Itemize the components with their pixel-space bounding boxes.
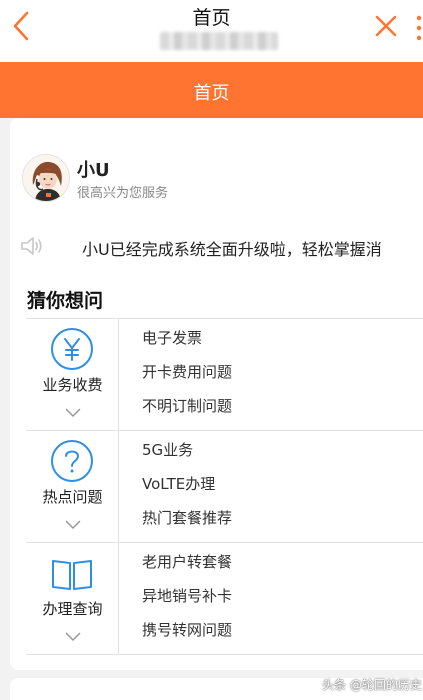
question-link[interactable]: 热门套餐推荐	[142, 507, 232, 528]
question-link[interactable]: VoLTE办理	[142, 473, 215, 494]
category-business-fees[interactable]: 业务收费	[26, 319, 119, 430]
faq-table: 业务收费 电子发票 开卡费用问题 不明订制问题 热点问题 5G业务 VoLTE办…	[26, 318, 423, 655]
category-service-inquiry[interactable]: 办理查询	[26, 543, 119, 654]
notice-bar[interactable]: 小U已经完成系统全面升级啦，轻松掌握消	[10, 226, 423, 266]
blurred-url	[160, 32, 278, 50]
category-label: 热点问题	[42, 488, 103, 506]
question-link[interactable]: 携号转网问题	[142, 619, 232, 640]
header-title: 首页	[193, 83, 230, 104]
faq-row-hot-topics: 热点问题 5G业务 VoLTE办理 热门套餐推荐	[26, 431, 423, 543]
faq-title: 猜你想问	[27, 290, 104, 312]
watermark: 头条 @轮回的历史	[322, 678, 422, 692]
page-title: 首页	[192, 7, 231, 29]
faq-row-service-inquiry: 办理查询 老用户转套餐 异地销号补卡 携号转网问题	[26, 543, 423, 655]
category-label: 办理查询	[42, 600, 103, 618]
question-link[interactable]: 开卡费用问题	[142, 361, 232, 382]
chevron-down-icon[interactable]	[64, 407, 82, 419]
category-hot-topics[interactable]: 热点问题	[26, 431, 119, 542]
question-link[interactable]: 老用户转套餐	[142, 551, 232, 572]
orange-header: 首页	[0, 62, 423, 118]
close-icon[interactable]	[372, 12, 400, 40]
browser-top-bar: 首页	[0, 0, 423, 62]
question-link[interactable]: 异地销号补卡	[142, 585, 232, 606]
question-link[interactable]: 5G业务	[142, 439, 193, 460]
book-icon	[52, 560, 92, 590]
yen-icon	[51, 328, 93, 370]
question-link[interactable]: 电子发票	[142, 327, 202, 348]
main-card: 小U 很高兴为您服务 小U已经完成系统全面升级啦，轻松掌握消 猜你想问 业务收费	[10, 118, 423, 670]
speaker-icon	[21, 237, 42, 255]
question-icon	[51, 440, 93, 482]
assistant-subtitle: 很高兴为您服务	[77, 186, 169, 201]
category-label: 业务收费	[42, 376, 103, 394]
notice-text: 小U已经完成系统全面升级啦，轻松掌握消	[82, 240, 382, 259]
chevron-down-icon[interactable]	[64, 631, 82, 643]
question-link[interactable]: 不明订制问题	[142, 395, 232, 416]
avatar	[22, 154, 70, 202]
chevron-down-icon[interactable]	[64, 519, 82, 531]
more-icon[interactable]	[413, 14, 423, 42]
assistant-name: 小U	[77, 160, 110, 181]
assistant-avatar-icon	[23, 155, 69, 201]
faq-row-business-fees: 业务收费 电子发票 开卡费用问题 不明订制问题	[26, 319, 423, 431]
